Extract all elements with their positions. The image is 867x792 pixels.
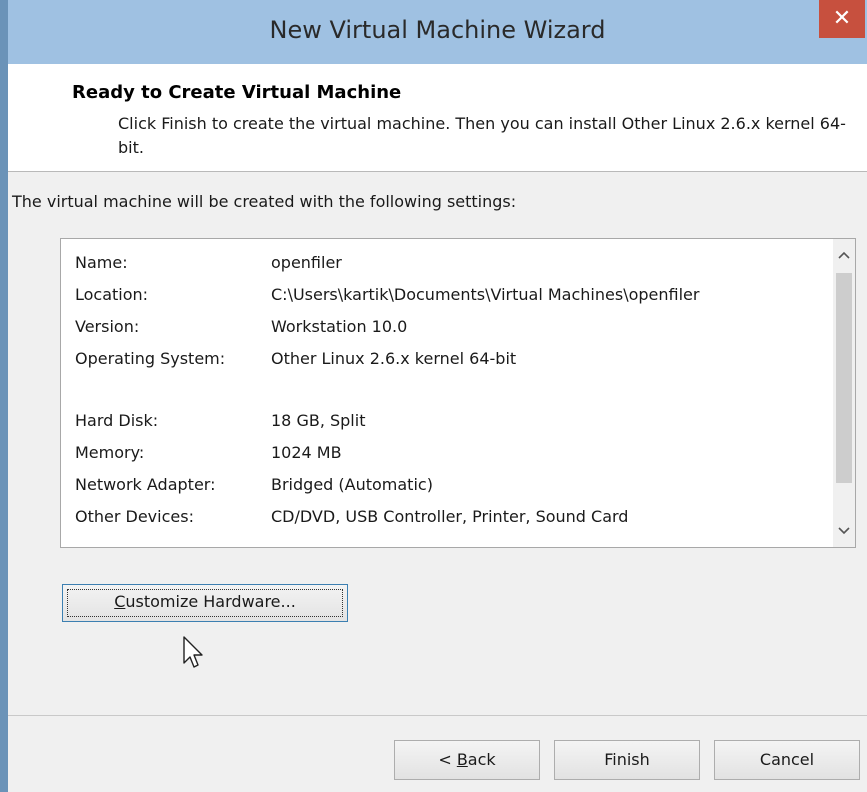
setting-label: Network Adapter: xyxy=(75,475,216,494)
scroll-down-icon[interactable] xyxy=(833,517,855,545)
window-title: New Virtual Machine Wizard xyxy=(269,16,606,44)
setting-label: Name: xyxy=(75,253,128,272)
label-rest: ustomize Hardware... xyxy=(125,592,296,611)
customize-hardware-label: Customize Hardware... xyxy=(114,592,296,611)
page-description: Click Finish to create the virtual machi… xyxy=(118,114,846,157)
wizard-window: New Virtual Machine Wizard ✕ Ready to Cr… xyxy=(8,0,867,792)
setting-label: Other Devices: xyxy=(75,507,194,526)
setting-label: Location: xyxy=(75,285,149,304)
finish-button[interactable]: Finish xyxy=(554,740,700,780)
settings-summary-list[interactable]: Name: openfiler Location: C:\Users\karti… xyxy=(60,238,856,548)
customize-hardware-button[interactable]: Customize Hardware... xyxy=(62,584,348,622)
back-button[interactable]: < Back xyxy=(394,740,540,780)
setting-value: Workstation 10.0 xyxy=(271,317,408,336)
setting-label: Memory: xyxy=(75,443,145,462)
scroll-up-icon[interactable] xyxy=(833,241,855,269)
mouse-pointer-icon xyxy=(182,635,206,671)
setting-value: Bridged (Automatic) xyxy=(271,475,433,494)
setting-value: C:\Users\kartik\Documents\Virtual Machin… xyxy=(271,285,700,304)
label-rest: ack xyxy=(467,750,496,769)
setting-label: Version: xyxy=(75,317,140,336)
title-bar[interactable]: New Virtual Machine Wizard ✕ xyxy=(8,0,867,64)
settings-intro-text: The virtual machine will be created with… xyxy=(12,192,517,211)
setting-value: 18 GB, Split xyxy=(271,411,366,430)
vertical-scrollbar[interactable] xyxy=(833,239,855,547)
scrollbar-thumb[interactable] xyxy=(836,273,852,483)
wizard-header: Ready to Create Virtual Machine Click Fi… xyxy=(8,64,867,172)
page-title: Ready to Create Virtual Machine xyxy=(72,82,402,103)
footer-divider xyxy=(8,715,867,716)
wizard-body: Ready to Create Virtual Machine Click Fi… xyxy=(8,64,867,792)
setting-value: openfiler xyxy=(271,253,342,272)
close-icon: ✕ xyxy=(832,6,852,31)
setting-label: Operating System: xyxy=(75,349,226,368)
mnemonic-letter: B xyxy=(456,750,468,769)
mnemonic-letter: C xyxy=(114,592,126,611)
background-strip xyxy=(0,0,8,792)
back-prefix: < xyxy=(438,750,457,769)
cancel-button[interactable]: Cancel xyxy=(714,740,860,780)
close-button[interactable]: ✕ xyxy=(819,0,865,38)
setting-value: CD/DVD, USB Controller, Printer, Sound C… xyxy=(271,507,629,526)
setting-value: 1024 MB xyxy=(271,443,342,462)
setting-value: Other Linux 2.6.x kernel 64-bit xyxy=(271,349,517,368)
setting-label: Hard Disk: xyxy=(75,411,159,430)
